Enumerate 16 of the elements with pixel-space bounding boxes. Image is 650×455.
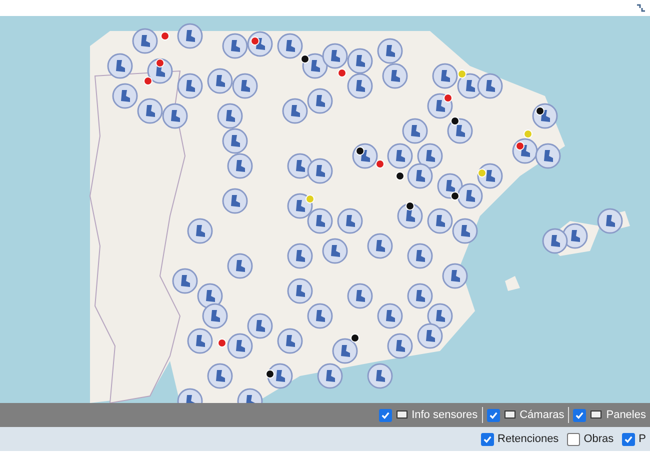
expand-icon[interactable] (636, 4, 646, 12)
layer-label: Paneles (606, 408, 646, 423)
incident-label: Obras (584, 432, 614, 447)
checkbox[interactable] (566, 432, 580, 446)
layer-icon (504, 410, 516, 420)
layer-icon (396, 410, 408, 420)
layer-label: Info sensores (412, 408, 478, 423)
layer-icon (590, 410, 602, 420)
incident-label: Retenciones (498, 432, 559, 447)
checkbox[interactable] (622, 432, 635, 446)
checkbox[interactable] (480, 432, 494, 446)
incident-label: P (638, 432, 646, 447)
checkbox[interactable] (486, 408, 500, 422)
checkbox[interactable] (378, 408, 392, 422)
checkbox[interactable] (573, 408, 586, 422)
layer-label: Cámaras (520, 408, 564, 423)
